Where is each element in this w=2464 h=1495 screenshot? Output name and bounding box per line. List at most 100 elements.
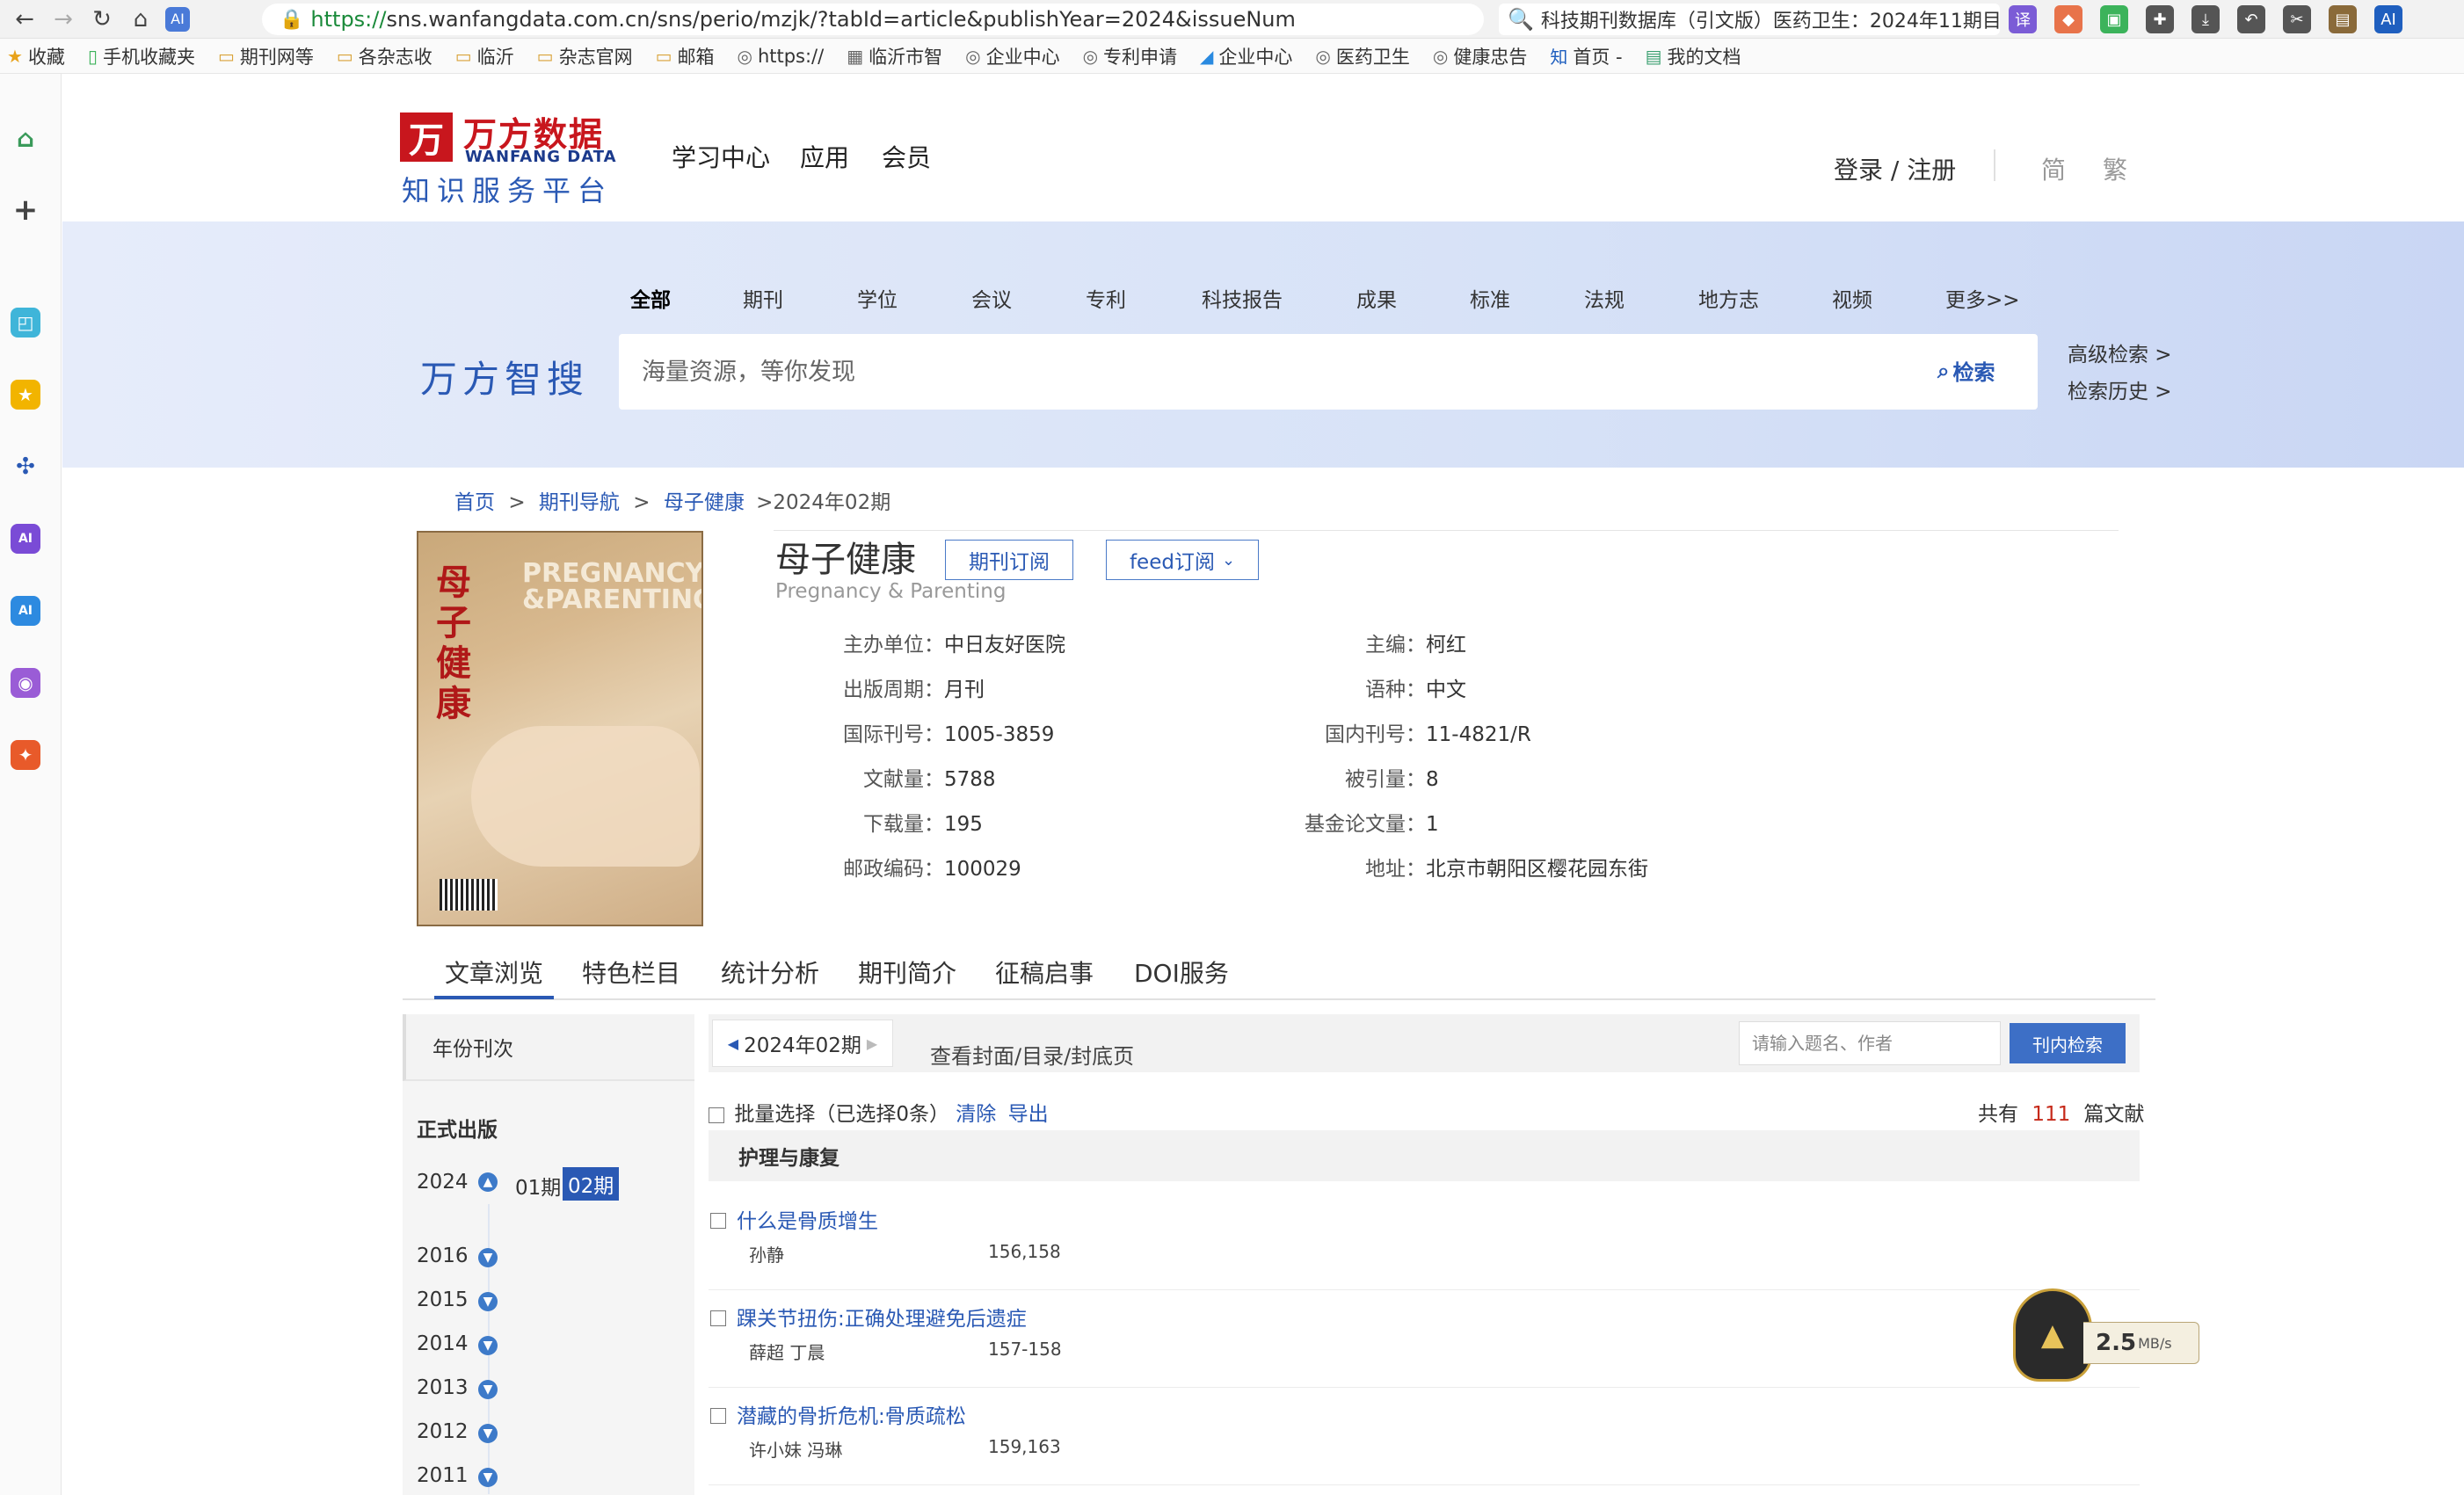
bookmark-item[interactable]: ◎ 企业中心 [965, 43, 1059, 69]
forward-icon[interactable]: → [49, 5, 77, 33]
sidebar-home-icon[interactable]: ⌂ [11, 123, 40, 153]
address-bar[interactable]: 🔒 https:// sns.wanfangdata.com.cn/sns/pe… [262, 4, 1484, 35]
search-tab[interactable]: 学位 [857, 283, 898, 313]
journal-tab[interactable]: 期刊简介 [858, 954, 956, 990]
bookmark-item[interactable]: ▦ 临沂市智 [847, 43, 942, 69]
export-link[interactable]: 导出 [1008, 1103, 1049, 1126]
bookmark-item[interactable]: ▭ 邮箱 [656, 43, 715, 69]
article-checkbox[interactable] [710, 1408, 726, 1424]
chevron-down-icon[interactable]: ▼ [478, 1336, 498, 1355]
fox-ext-icon[interactable]: ◆ [2054, 5, 2082, 33]
bookmark-item[interactable]: ◎ 医药卫生 [1315, 43, 1409, 69]
in-journal-search-input[interactable] [1739, 1021, 2001, 1065]
search-input[interactable] [642, 334, 1855, 410]
nav-learning[interactable]: 学习中心 [672, 139, 770, 174]
advanced-search-link[interactable]: 高级检索 > [2068, 337, 2172, 367]
year-item[interactable]: 2016 [417, 1245, 469, 1267]
year-item[interactable]: 2013 [417, 1376, 469, 1399]
search-tab[interactable]: 视频 [1832, 283, 1872, 313]
journal-subscribe-button[interactable]: 期刊订阅 [945, 540, 1073, 580]
search-tab[interactable]: 更多>> [1945, 283, 2020, 313]
issue-picker[interactable]: ◀ 2024年02期 ▶ [712, 1020, 893, 1067]
journal-tab[interactable]: 文章浏览 [445, 954, 543, 990]
chevron-down-icon[interactable]: ▼ [478, 1424, 498, 1443]
bookmark-item[interactable]: ▭ 各杂志收 [337, 43, 432, 69]
journal-tab[interactable]: 特色栏目 [582, 954, 680, 990]
article-title[interactable]: 什么是骨质增生 [737, 1204, 878, 1234]
download-ext-icon[interactable]: ⤓ [2191, 5, 2220, 33]
bookmark-item[interactable]: ▭ 临沂 [455, 43, 514, 69]
bookmark-item[interactable]: ▭ 杂志官网 [537, 43, 633, 69]
download-speed-widget[interactable]: ▲ 2.5 MB/s [2013, 1288, 2199, 1382]
article-checkbox[interactable] [710, 1310, 726, 1326]
bookmark-item[interactable]: ★ 收藏 [7, 43, 65, 69]
bookmark-item[interactable]: ◎ 健康忠告 [1433, 43, 1527, 69]
search-tab[interactable]: 地方志 [1698, 283, 1759, 313]
next-issue-icon[interactable]: ▶ [867, 1035, 877, 1052]
bookmark-item[interactable]: ▯ 手机收藏夹 [88, 43, 195, 69]
bookmark-item[interactable]: ▤ 我的文档 [1646, 43, 1741, 69]
sidebar-chat-icon[interactable]: ◉ [11, 668, 40, 698]
reader-ext-icon[interactable]: ▣ [2100, 5, 2128, 33]
nav-apps[interactable]: 应用 [800, 139, 849, 174]
chevron-down-icon[interactable]: ▼ [478, 1248, 498, 1267]
search-button[interactable]: ⌕ 检索 [1937, 355, 1995, 386]
back-icon[interactable]: ← [11, 5, 39, 33]
view-cover-link[interactable]: 查看封面/目录/封底页 [930, 1039, 1134, 1070]
chevron-down-icon[interactable]: ▼ [478, 1380, 498, 1399]
search-tab[interactable]: 专利 [1086, 283, 1126, 313]
journal-tab[interactable]: 征稿启事 [995, 954, 1094, 990]
chevron-down-icon[interactable]: ▼ [478, 1468, 498, 1487]
sidebar-game-icon[interactable]: ✦ [11, 740, 40, 770]
chevron-down-icon[interactable]: ▼ [478, 1292, 498, 1311]
search-tab[interactable]: 全部 [630, 283, 671, 313]
search-tab[interactable]: 标准 [1470, 283, 1510, 313]
article-title[interactable]: 踝关节扭伤:正确处理避免后遗症 [737, 1302, 1027, 1332]
bookmark-item[interactable]: ◢ 企业中心 [1200, 43, 1292, 69]
sidebar-translate-icon[interactable]: ◰ [11, 308, 40, 337]
lang-traditional[interactable]: 繁 [2103, 151, 2127, 186]
nav-member[interactable]: 会员 [882, 139, 931, 174]
year-item[interactable]: 2015 [417, 1288, 469, 1311]
bookmark-item[interactable]: 知首页 - [1550, 43, 1622, 69]
article-checkbox[interactable] [710, 1213, 726, 1229]
journal-cover[interactable]: 母子健康 PREGNANCY &PARENTING [417, 531, 703, 926]
search-tab[interactable]: 科技报告 [1202, 283, 1283, 313]
lang-simplified[interactable]: 简 [2041, 151, 2066, 186]
issue-02-selected[interactable]: 02期 [563, 1167, 620, 1201]
sidebar-star-icon[interactable]: ★ [11, 380, 40, 410]
sidebar-ai2-icon[interactable]: AI [11, 596, 40, 626]
browser-search-box[interactable]: 🔍 科技期刊数据库（引文版）医药卫生：2024年11期目 [1499, 4, 2000, 35]
search-tab[interactable]: 会议 [971, 283, 1012, 313]
in-journal-search-button[interactable]: 刊内检索 [2010, 1023, 2126, 1063]
breadcrumb-journal[interactable]: 母子健康 [664, 491, 745, 514]
search-tab[interactable]: 成果 [1356, 283, 1397, 313]
journal-tab[interactable]: DOI服务 [1134, 954, 1229, 990]
reload-icon[interactable]: ↻ [88, 5, 116, 33]
year-2024[interactable]: 2024 [417, 1171, 469, 1194]
wanfang-logo[interactable]: 万 万方数据 WANFANG DATA 知识服务平台 [400, 107, 629, 207]
scissors-ext-icon[interactable]: ✂ [2283, 5, 2311, 33]
batch-checkbox[interactable] [709, 1107, 724, 1123]
briefcase-ext-icon[interactable]: ▤ [2329, 5, 2357, 33]
search-history-link[interactable]: 检索历史 > [2068, 374, 2172, 404]
breadcrumb-journals[interactable]: 期刊导航 [539, 491, 620, 514]
breadcrumb-home[interactable]: 首页 [454, 491, 495, 514]
article-title[interactable]: 潜藏的骨折危机:骨质疏松 [737, 1399, 966, 1429]
chevron-up-icon[interactable]: ▲ [478, 1172, 498, 1192]
journal-tab[interactable]: 统计分析 [721, 954, 819, 990]
ai-ext-icon[interactable]: AI [2374, 5, 2402, 33]
ai-icon[interactable]: AI [165, 6, 190, 32]
bookmark-item[interactable]: ◎ 专利申请 [1083, 43, 1177, 69]
year-item[interactable]: 2012 [417, 1420, 469, 1443]
sidebar-add-icon[interactable]: + [11, 192, 40, 228]
puzzle-ext-icon[interactable]: ✚ [2146, 5, 2174, 33]
search-tab[interactable]: 期刊 [743, 283, 783, 313]
bookmark-item[interactable]: ▭ 期刊网等 [218, 43, 314, 69]
year-item[interactable]: 2011 [417, 1464, 469, 1487]
sidebar-network-icon[interactable]: ✣ [11, 452, 40, 482]
translate-ext-icon[interactable]: 译 [2009, 5, 2037, 33]
search-tab[interactable]: 法规 [1584, 283, 1624, 313]
clear-link[interactable]: 清除 [956, 1103, 996, 1126]
home-icon[interactable]: ⌂ [127, 5, 155, 33]
